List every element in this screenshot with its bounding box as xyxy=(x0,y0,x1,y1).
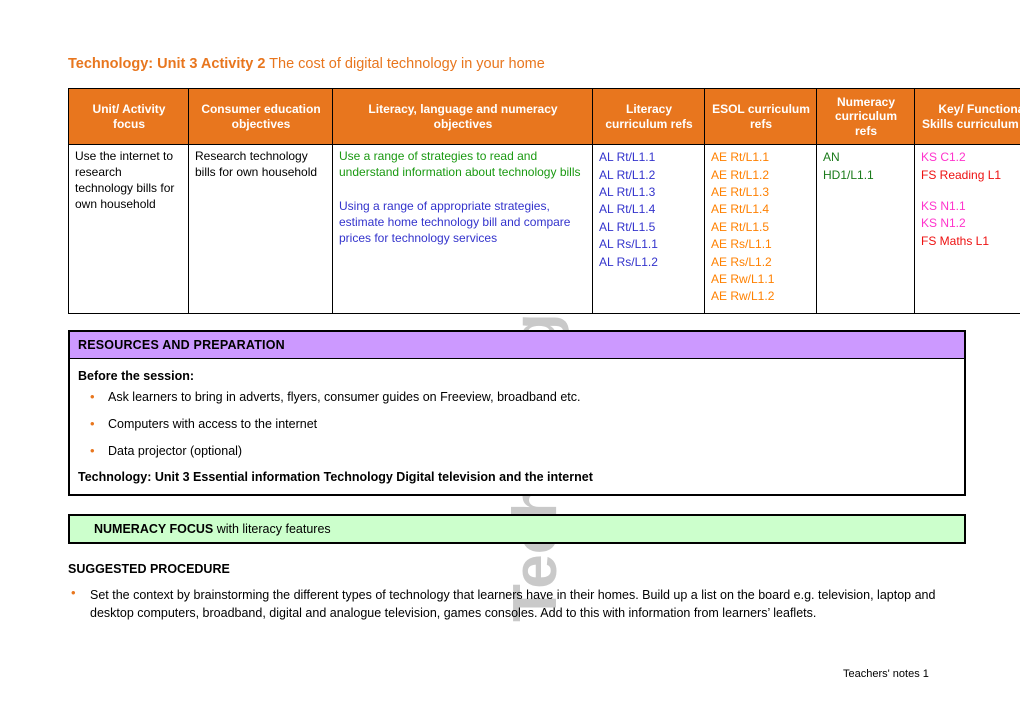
cell-key-functional-skills-refs: KS C1.2 FS Reading L1 KS N1.1 KS N1.2 FS… xyxy=(914,144,1020,315)
ref-item: FS Maths L1 xyxy=(921,233,990,248)
objective-paragraph-green: Use a range of strategies to read and un… xyxy=(339,149,581,180)
table-row: Use the internet to research technology … xyxy=(68,144,1020,315)
cell-unit-activity-focus: Use the internet to research technology … xyxy=(68,144,189,315)
resources-subheading: Before the session: xyxy=(78,369,195,383)
column-header-esol-curriculum-refs: ESOL curriculum refs xyxy=(704,87,817,146)
ref-item: AE Rt/L1.1 xyxy=(711,150,770,165)
ref-item: AE Rt/L1.3 xyxy=(711,184,770,199)
ref-item: AL Rs/L1.2 xyxy=(599,254,658,269)
list-item: Set the context by brainstorming the dif… xyxy=(68,584,948,622)
cell-literacy-curriculum-refs: AL Rt/L1.1 AL Rt/L1.2 AL Rt/L1.3 AL Rt/L… xyxy=(592,144,705,315)
suggested-procedure-list: Set the context by brainstorming the dif… xyxy=(68,584,948,622)
ref-item: KS C1.2 xyxy=(921,150,966,165)
ref-item: AE Rs/L1.2 xyxy=(711,254,772,269)
ref-item: AN xyxy=(823,150,840,165)
numeracy-refs-list: AN HD1/L1.1 xyxy=(823,149,909,184)
literacy-refs-list: AL Rt/L1.1 AL Rt/L1.2 AL Rt/L1.3 AL Rt/L… xyxy=(599,149,699,271)
numeracy-focus-banner: NUMERACY FOCUS with literacy features xyxy=(68,514,966,544)
ref-item: AL Rt/L1.3 xyxy=(599,184,656,199)
table-header-row: Unit/ Activity focus Consumer education … xyxy=(68,87,1020,146)
numeracy-focus-strong: NUMERACY FOCUS xyxy=(94,522,214,536)
ref-item: KS N1.2 xyxy=(921,216,966,231)
column-header-key-functional-skills-curriculum-refs: Key/ Functional Skills curriculum refs xyxy=(914,87,1020,146)
ref-group-spacer xyxy=(921,184,1020,198)
esol-refs-list: AE Rt/L1.1 AE Rt/L1.2 AE Rt/L1.3 AE Rt/L… xyxy=(711,149,811,306)
page-title-rest: The cost of digital technology in your h… xyxy=(265,56,545,72)
numeracy-focus-rest: with literacy features xyxy=(213,522,331,536)
ref-item: AE Rt/L1.5 xyxy=(711,219,770,234)
cell-numeracy-curriculum-refs: AN HD1/L1.1 xyxy=(816,144,915,315)
list-item: Computers with access to the internet xyxy=(78,415,956,433)
column-header-literacy-language-numeracy-objectives: Literacy, language and numeracy objectiv… xyxy=(332,87,593,146)
ref-item: AL Rt/L1.4 xyxy=(599,202,656,217)
resources-heading: RESOURCES AND PREPARATION xyxy=(70,332,964,359)
cell-esol-curriculum-refs: AE Rt/L1.1 AE Rt/L1.2 AE Rt/L1.3 AE Rt/L… xyxy=(704,144,817,315)
ref-item: AE Rt/L1.2 xyxy=(711,167,770,182)
cell-consumer-education-objectives: Research technology bills for own househ… xyxy=(188,144,333,315)
ref-item: AL Rt/L1.5 xyxy=(599,219,656,234)
column-header-unit-activity-focus: Unit/ Activity focus xyxy=(68,87,189,146)
resources-footline: Technology: Unit 3 Essential information… xyxy=(78,469,593,484)
cell-literacy-language-numeracy-objectives: Use a range of strategies to read and un… xyxy=(332,144,593,315)
list-item: Ask learners to bring in adverts, flyers… xyxy=(78,388,956,406)
curriculum-mapping-table: Unit/ Activity focus Consumer education … xyxy=(68,87,1020,315)
column-header-consumer-education-objectives: Consumer education objectives xyxy=(188,87,333,146)
column-header-numeracy-curriculum-refs: Numeracy curriculum refs xyxy=(816,87,915,146)
column-header-literacy-curriculum-refs: Literacy curriculum refs xyxy=(592,87,705,146)
list-item: Data projector (optional) xyxy=(78,442,956,460)
ref-item: AE Rs/L1.1 xyxy=(711,237,772,252)
ref-item: HD1/L1.1 xyxy=(823,167,874,182)
page-title-bold: Technology: Unit 3 Activity 2 xyxy=(68,56,266,72)
ref-item: AL Rt/L1.2 xyxy=(599,167,656,182)
objective-paragraph-blue: Using a range of appropriate strategies,… xyxy=(339,199,571,245)
page-canvas: Technology Technology: Unit 3 Activity 2… xyxy=(0,0,1020,720)
suggested-procedure-heading: SUGGESTED PROCEDURE xyxy=(68,562,230,576)
resources-body: Before the session: Ask learners to brin… xyxy=(70,359,964,494)
resources-and-preparation-box: RESOURCES AND PREPARATION Before the ses… xyxy=(68,330,966,496)
ref-item: AL Rt/L1.1 xyxy=(599,150,656,165)
ref-item: AE Rw/L1.1 xyxy=(711,271,775,286)
numeracy-focus-label: NUMERACY FOCUS with literacy features xyxy=(70,522,331,536)
ref-item: AE Rt/L1.4 xyxy=(711,202,770,217)
ref-item: FS Reading L1 xyxy=(921,167,1002,182)
page-title: Technology: Unit 3 Activity 2 The cost o… xyxy=(68,56,545,72)
key-skills-refs-list: KS C1.2 FS Reading L1 KS N1.1 KS N1.2 FS… xyxy=(921,149,1020,250)
page-footer: Teachers' notes 1 xyxy=(843,668,929,680)
ref-item: KS N1.1 xyxy=(921,198,966,213)
ref-item: AE Rw/L1.2 xyxy=(711,289,775,304)
resources-bullet-list: Ask learners to bring in adverts, flyers… xyxy=(78,388,956,460)
ref-item: AL Rs/L1.1 xyxy=(599,237,658,252)
